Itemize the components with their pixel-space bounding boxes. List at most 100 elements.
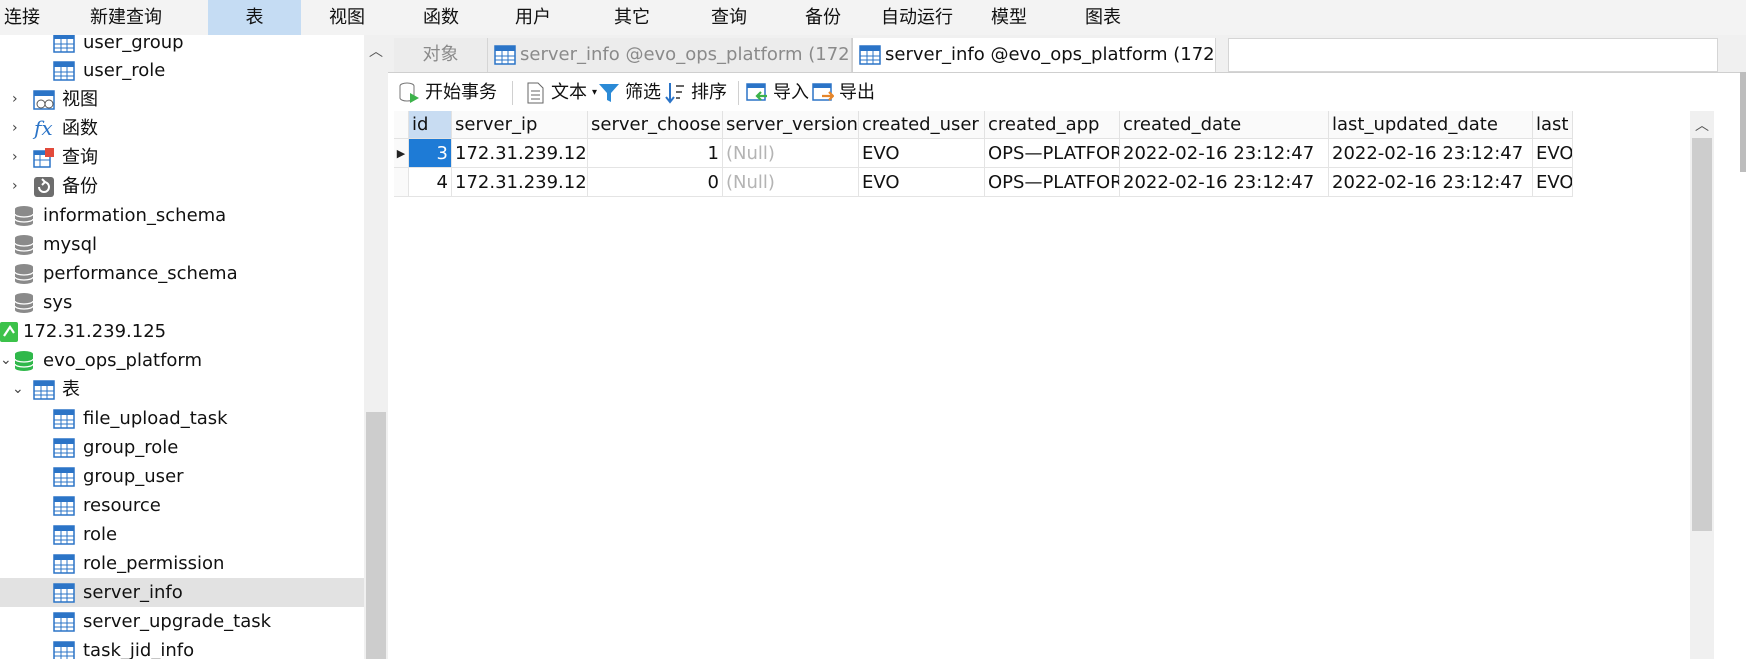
tree-item-performance-schema[interactable]: performance_schema	[0, 259, 364, 288]
tree-item-server-upgrade-task[interactable]: server_upgrade_task	[0, 607, 364, 636]
filter-button[interactable]: 筛选	[598, 73, 668, 111]
table-icon	[53, 612, 75, 632]
table-cell[interactable]: 4	[409, 168, 452, 197]
table-cell[interactable]: EVO	[859, 139, 985, 168]
database-icon	[14, 235, 34, 255]
column-header-last-updated-date[interactable]: last_updated_date	[1329, 111, 1533, 139]
column-header-id[interactable]: id	[409, 111, 452, 139]
tree-item-file-upload-task[interactable]: file_upload_task	[0, 404, 364, 433]
tree-item-backups[interactable]: › 备份	[0, 172, 364, 201]
grid-scrollbar[interactable]: ︿	[1690, 111, 1714, 659]
table-icon	[53, 35, 75, 53]
tree-item-functions[interactable]: › fx 函数	[0, 114, 364, 143]
object-tree: user_group user_role › 视图 › fx 函数 › 查询 ›…	[0, 35, 364, 659]
tree-item-label: group_user	[83, 466, 184, 487]
table-cell[interactable]: (Null)	[723, 139, 859, 168]
table-cell[interactable]: OPS—PLATFORM	[985, 139, 1120, 168]
tree-item-role-permission[interactable]: role_permission	[0, 549, 364, 578]
grid-toolbar: 开始事务 文本 ▾ 筛选 排序 导入 导出	[388, 73, 1746, 111]
tree-item-tables-folder[interactable]: ⌄ 表	[0, 375, 364, 404]
tree-item-user-role[interactable]: user_role	[0, 56, 364, 85]
menu-model[interactable]: 模型	[972, 0, 1046, 35]
table-cell[interactable]: (Null)	[723, 168, 859, 197]
table-cell[interactable]: 2022-02-16 23:12:47	[1329, 139, 1533, 168]
dropdown-arrow-icon[interactable]: ▾	[592, 73, 597, 113]
tree-item-server-info[interactable]: server_info	[0, 578, 364, 607]
column-header-last-updated-user[interactable]: last	[1533, 111, 1573, 139]
menu-function[interactable]: 函数	[404, 0, 478, 35]
menu-user[interactable]: 用户	[496, 0, 570, 35]
column-header-server-version[interactable]: server_version	[723, 111, 859, 139]
tree-item-resource[interactable]: resource	[0, 491, 364, 520]
current-row-indicator-icon: ▶	[394, 139, 409, 168]
tree-item-group-role[interactable]: group_role	[0, 433, 364, 462]
tree-item-evo-ops-platform[interactable]: ⌄ evo_ops_platform	[0, 346, 364, 375]
column-header-server-ip[interactable]: server_ip	[452, 111, 588, 139]
table-icon	[53, 467, 75, 487]
table-cell[interactable]: 2022-02-16 23:12:47	[1120, 139, 1329, 168]
scrollbar-thumb[interactable]	[366, 412, 386, 659]
menu-new-query[interactable]: 新建查询	[76, 0, 176, 35]
tree-item-views[interactable]: › 视图	[0, 85, 364, 114]
menu-query[interactable]: 查询	[692, 0, 766, 35]
chevron-down-icon[interactable]: ⌄	[12, 375, 26, 404]
export-button[interactable]: 导出	[812, 73, 876, 111]
tab-objects[interactable]: 对象	[394, 38, 488, 72]
tree-item-user-group[interactable]: user_group	[0, 35, 364, 57]
import-button[interactable]: 导入	[746, 73, 809, 111]
tree-item-information-schema[interactable]: information_schema	[0, 201, 364, 230]
tree-item-label: evo_ops_platform	[43, 350, 203, 371]
tree-item-mysql[interactable]: mysql	[0, 230, 364, 259]
table-icon	[859, 45, 881, 65]
table-icon	[53, 583, 75, 603]
table-cell[interactable]: 3	[409, 139, 452, 168]
scroll-up-icon[interactable]: ︿	[369, 41, 383, 61]
chevron-down-icon[interactable]: ⌄	[0, 346, 14, 375]
function-icon: fx	[34, 116, 53, 140]
menu-chart[interactable]: 图表	[1066, 0, 1140, 35]
menu-table[interactable]: 表	[208, 0, 301, 35]
table-cell[interactable]: OPS—PLATFORM	[985, 168, 1120, 197]
tree-item-label: task_jid_info	[83, 640, 195, 659]
menu-view[interactable]: 视图	[310, 0, 384, 35]
menu-backup[interactable]: 备份	[786, 0, 860, 35]
tree-item-label: group_role	[83, 437, 179, 458]
tab-server-info-1[interactable]: server_info @evo_ops_platform (172...	[488, 38, 852, 72]
text-view-button[interactable]: 文本 ▾	[524, 73, 604, 111]
scroll-up-icon[interactable]: ︿	[1695, 115, 1709, 135]
column-header-created-date[interactable]: created_date	[1120, 111, 1329, 139]
column-header-created-user[interactable]: created_user	[859, 111, 985, 139]
column-header-created-app[interactable]: created_app	[985, 111, 1120, 139]
tree-item-sys[interactable]: sys	[0, 288, 364, 317]
table-cell[interactable]: 172.31.239.124	[452, 168, 588, 197]
table-cell[interactable]: 2022-02-16 23:12:47	[1120, 168, 1329, 197]
tree-item-connection[interactable]: 172.31.239.125	[0, 317, 364, 346]
table-cell[interactable]: 0	[588, 168, 723, 197]
sort-button[interactable]: 排序	[664, 73, 734, 111]
data-grid: id server_ip server_choose server_versio…	[394, 111, 1690, 659]
tree-scrollbar[interactable]: ︿	[364, 35, 388, 659]
separator	[738, 81, 739, 105]
tree-item-queries[interactable]: › 查询	[0, 143, 364, 172]
chevron-right-icon[interactable]: ›	[12, 143, 26, 172]
table-cell[interactable]: 172.31.239.125	[452, 139, 588, 168]
scrollbar-thumb[interactable]	[1692, 138, 1712, 531]
chevron-right-icon[interactable]: ›	[12, 114, 26, 143]
chevron-right-icon[interactable]: ›	[12, 172, 26, 201]
table-cell[interactable]: EVO	[1533, 168, 1573, 197]
table-cell[interactable]: EVO	[1533, 139, 1573, 168]
tab-server-info-2[interactable]: server_info @evo_ops_platform (172...	[852, 38, 1216, 72]
tree-item-task-jid-info[interactable]: task_jid_info	[0, 636, 364, 659]
menu-other[interactable]: 其它	[595, 0, 669, 35]
table-icon	[53, 61, 75, 81]
menu-automation[interactable]: 自动运行	[870, 0, 964, 35]
chevron-right-icon[interactable]: ›	[12, 85, 26, 114]
table-cell[interactable]: 1	[588, 139, 723, 168]
tree-item-group-user[interactable]: group_user	[0, 462, 364, 491]
begin-transaction-button[interactable]: 开始事务	[398, 73, 508, 111]
table-cell[interactable]: 2022-02-16 23:12:47	[1329, 168, 1533, 197]
tree-item-role[interactable]: role	[0, 520, 364, 549]
table-cell[interactable]: EVO	[859, 168, 985, 197]
menu-connect[interactable]: 连接	[0, 0, 44, 35]
column-header-server-choose[interactable]: server_choose	[588, 111, 723, 139]
